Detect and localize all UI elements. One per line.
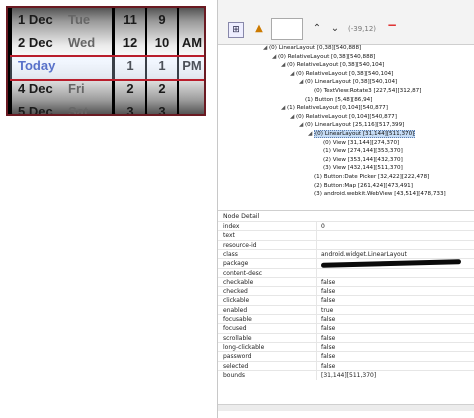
tree-node[interactable]: ◢ (0) RelativeLayout [0,38][540,888] xyxy=(272,53,375,61)
date-wheel-item: 1 Dec Tue xyxy=(12,8,112,31)
detail-row: bounds [31,144][511,370] xyxy=(218,369,474,380)
tree-node-label: (2) View [353,144][432,370] xyxy=(323,156,403,163)
tree-node[interactable]: ◢ (0) LinearLayout [0,38][540,104] xyxy=(299,78,397,86)
detail-value: [31,144][511,370] xyxy=(321,371,377,379)
ampm-wheel-item xyxy=(179,8,205,31)
date-day-label: 1 Dec xyxy=(18,12,53,27)
minute-wheel-item: 10 xyxy=(154,35,170,50)
date-weekday-label: Wed xyxy=(68,35,96,50)
expand-all-icon[interactable]: ⊞ xyxy=(228,22,244,38)
tree-node[interactable]: ◢ (0) RelativeLayout [0,38][540,104] xyxy=(281,61,384,69)
tree-node-label: (0) LinearLayout [31,144][511,370] xyxy=(314,130,416,138)
tree-node[interactable]: (1) Button:Date Picker [32,422][222,478] xyxy=(308,173,429,181)
hour-wheel-item: 12 xyxy=(122,35,138,50)
ampm-wheel[interactable]: AM PM xyxy=(179,6,205,116)
minute-wheel-item: 3 xyxy=(158,104,166,116)
date-wheel-item: 2 Dec Wed xyxy=(12,31,112,54)
tree-node[interactable]: (2) View [353,144][432,370] xyxy=(317,156,403,164)
date-wheel[interactable]: 30 NovMon1 DecTue2 DecWedToday4 DecFri5 … xyxy=(12,6,112,116)
tree-node[interactable]: (3) android.webkit.WebView [43,514][478,… xyxy=(308,190,446,198)
date-day-label: 2 Dec xyxy=(18,35,53,50)
chevron-up-icon[interactable]: ⌃ xyxy=(310,22,324,36)
minute-wheel-item: 1 xyxy=(158,58,166,73)
tree-node-label: (0) LinearLayout [0,38][540,888] xyxy=(269,45,362,51)
node-detail-title: Node Detail xyxy=(223,213,260,220)
hour-wheel-item: 2 xyxy=(126,81,134,96)
hour-wheel[interactable]: 1011121234 xyxy=(115,6,145,116)
date-day-label: Today xyxy=(18,58,56,73)
tree-node-label: (1) RelativeLayout [0,104][540,877] xyxy=(287,105,388,112)
tree-node[interactable]: ◢ (0) LinearLayout [25,116][517,399] xyxy=(299,121,404,129)
date-day-label: 4 Dec xyxy=(18,81,53,96)
tree-node-label: (3) View [432,144][511,370] xyxy=(323,165,403,172)
search-input[interactable] xyxy=(271,18,303,40)
date-wheel-item: 5 Dec Sat xyxy=(12,100,112,116)
tree-node-label: (0) RelativeLayout [0,38][540,104] xyxy=(296,70,394,77)
tree-node[interactable]: ◢ (0) LinearLayout [31,144][511,370] xyxy=(308,130,416,138)
date-time-picker: 30 NovMon1 DecTue2 DecWedToday4 DecFri5 … xyxy=(6,6,206,116)
tree-node-label: (0) RelativeLayout [0,104][540,877] xyxy=(296,113,397,120)
tree-node-label: (0) RelativeLayout [0,38][540,888] xyxy=(278,53,376,60)
minute-wheel[interactable]: 89101234 xyxy=(147,6,177,116)
detail-key: bounds xyxy=(223,371,246,379)
tree-node[interactable]: (1) View [274,144][353,370] xyxy=(317,147,403,155)
tree-node-label: (0) View [31,144][274,370] xyxy=(323,139,400,146)
node-detail-panel: Node Detail index 0 text resource-id class an… xyxy=(218,210,474,411)
coords-readout: (-39,12) xyxy=(348,25,377,33)
ampm-wheel-item xyxy=(179,100,205,116)
remove-icon[interactable]: − xyxy=(385,18,399,32)
ampm-wheel-item: AM xyxy=(181,35,203,50)
tree-node[interactable]: ◢ (0) RelativeLayout [0,38][540,104] xyxy=(290,70,393,78)
ui-hierarchy-viewer: ⊞ ▲ ⌃ ⌄ (-39,12) − ◢ (0) LinearLayout [0,… xyxy=(217,0,474,418)
tree-node[interactable]: (2) Button:Map [261,424][473,491] xyxy=(308,182,413,190)
date-weekday-label: Tue xyxy=(68,12,91,27)
minute-wheel-item: 2 xyxy=(158,81,166,96)
tree-node-label: (0) TextView:Rotate3 [227,54][312,87] xyxy=(314,88,422,94)
column-divider xyxy=(316,370,317,380)
ampm-wheel-item: PM xyxy=(182,58,202,73)
tree-node[interactable]: ◢ (1) RelativeLayout [0,104][540,877] xyxy=(281,104,388,112)
tree-node-label: (0) RelativeLayout [0,38][540,104] xyxy=(287,62,385,69)
hour-wheel-item: 1 xyxy=(126,58,134,73)
date-wheel-item: 4 Dec Fri xyxy=(12,77,112,100)
horizontal-scrollbar[interactable] xyxy=(218,404,474,411)
toggle-warning-icon[interactable]: ▲ xyxy=(252,22,266,36)
date-weekday-label: Fri xyxy=(68,81,85,96)
date-day-label: 5 Dec xyxy=(18,104,53,116)
tree-node-label: (1) View [274,144][353,370] xyxy=(323,148,403,155)
date-weekday-label: Sat xyxy=(68,104,89,116)
tree-node-label: (3) android.webkit.WebView [43,514][478,… xyxy=(314,191,446,198)
tree-node[interactable]: (1) Button [5,48][86,94] xyxy=(299,96,372,104)
hour-wheel-item: 3 xyxy=(126,104,134,116)
tree-node-label: (1) Button [5,48][86,94] xyxy=(305,96,373,103)
ampm-wheel-item xyxy=(179,77,205,100)
tree-node[interactable]: (0) View [31,144][274,370] xyxy=(317,139,399,147)
date-wheel-item: Today xyxy=(12,54,112,77)
tree-node-label: (0) LinearLayout [25,116][517,399] xyxy=(305,122,405,129)
tree-node[interactable]: (0) TextView:Rotate3 [227,54][312,87] xyxy=(308,87,421,95)
tree-node-label: (2) Button:Map [261,424][473,491] xyxy=(314,182,413,189)
tree-node[interactable]: ◢ (0) LinearLayout [0,38][540,888] xyxy=(263,44,361,52)
tree-node-label: (0) LinearLayout [0,38][540,104] xyxy=(305,79,398,86)
chevron-down-icon[interactable]: ⌄ xyxy=(328,22,342,36)
tree-node[interactable]: (3) View [432,144][511,370] xyxy=(317,164,403,172)
minute-wheel-item: 9 xyxy=(158,12,166,27)
tree-node-label: (1) Button:Date Picker [32,422][222,478] xyxy=(314,174,430,180)
tree-node[interactable]: ◢ (0) RelativeLayout [0,104][540,877] xyxy=(290,113,397,121)
hour-wheel-item: 11 xyxy=(123,12,137,27)
hierarchy-tree: ◢ (0) LinearLayout [0,38][540,888] ◢ (0) Re… xyxy=(218,44,474,210)
toolbar: ⊞ ▲ ⌃ ⌄ (-39,12) − xyxy=(218,0,474,45)
